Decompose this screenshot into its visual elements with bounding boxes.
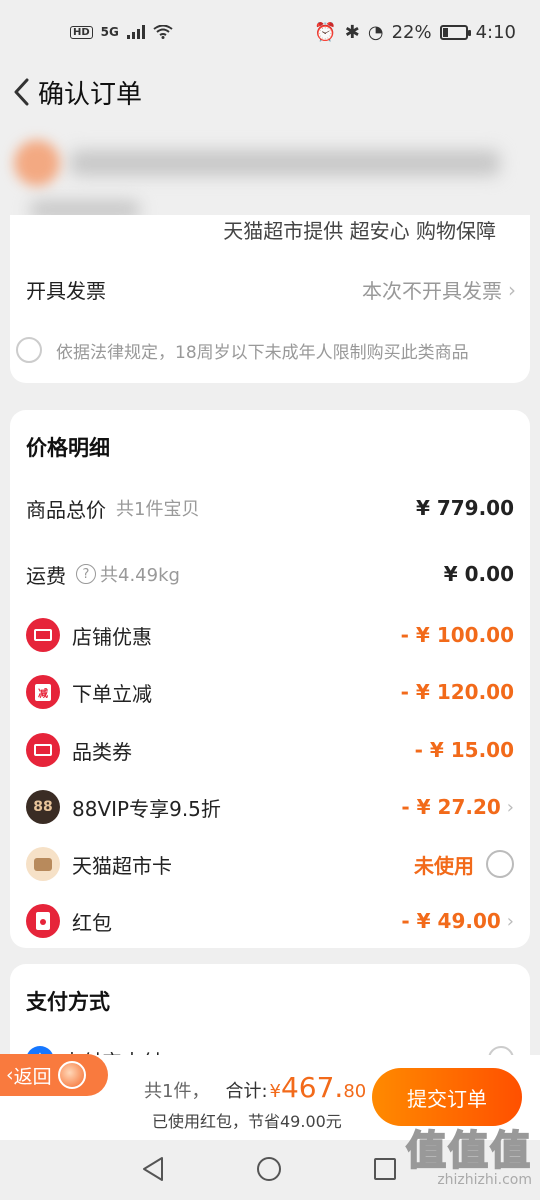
goods-total-row: 商品总价 共1件宝贝 ¥ 779.00 [26,488,514,528]
hd-badge: HD [70,25,93,39]
goods-total-sub: 共1件宝贝 [116,499,200,520]
signal-icon [126,25,145,39]
hongbao-icon [26,904,60,938]
invoice-label: 开具发票 [26,279,106,303]
discount-label: 品类券 [72,739,132,764]
price-detail-card: 价格明细 商品总价 共1件宝贝 ¥ 779.00 运费 ? 共4.49kg ¥ … [10,410,530,948]
discount-value: - ¥ 49.00 [401,909,501,933]
ticket-icon [26,733,60,767]
discount-row[interactable]: 红包 - ¥ 49.00 › [26,901,514,941]
watermark-logo: 值值值 [405,1127,532,1175]
blurred-address[interactable] [0,128,540,228]
battery-percent: 22% [391,21,432,43]
total-amount-decimal: 80 [343,1081,367,1102]
back-arrow-icon[interactable] [6,72,36,112]
speed-icon: ◔ [367,21,384,43]
nav-home-icon[interactable] [257,1157,281,1181]
watermark: 值值值 zhizhizhi.com [405,1118,532,1188]
discount-value: - ¥ 27.20 [401,795,501,819]
supermarket-card-radio[interactable] [486,850,514,878]
chevron-right-icon: › [506,796,514,818]
discount-label: 天猫超市卡 [72,853,172,878]
discount-label: 下单立减 [72,681,152,706]
status-bar: HD 5G ⏰ ✱ ◔ 22% 4:10 [0,0,540,64]
saved-text: 已使用红包，节省49.00元 [152,1112,342,1131]
total-label: 合计: [225,1081,268,1102]
ticket-icon [26,618,60,652]
chevron-right-icon: › [506,910,514,932]
alarm-icon: ⏰ [314,21,337,43]
chevron-right-icon: › [508,277,516,302]
header: 确认订单 [0,64,540,120]
blurred-avatar [14,140,60,186]
blurred-line [70,150,500,176]
payment-title: 支付方式 [26,990,110,1014]
shipping-row: 运费 ? 共4.49kg ¥ 0.00 [26,554,514,594]
back-label: 返回 [13,1065,52,1088]
shipping-value: ¥ 0.00 [443,562,514,586]
discount-label: 88VIP专享9.5折 [72,796,221,821]
discount-row: 减 下单立减 - ¥ 120.00 [26,672,514,712]
nav-recent-icon[interactable] [374,1158,396,1180]
discount-value: - ¥ 15.00 [414,738,514,762]
price-detail-title: 价格明细 [26,436,110,460]
discount-row: 品类券 - ¥ 15.00 [26,730,514,770]
goods-total-value: ¥ 779.00 [415,496,514,520]
page-title: 确认订单 [38,79,143,110]
network-label: 5G [100,25,119,39]
back-pill-button[interactable]: ‹ 返回 [0,1054,108,1096]
discount-value: - ¥ 100.00 [400,623,514,647]
status-right: ⏰ ✱ ◔ 22% 4:10 [314,22,516,43]
help-icon[interactable]: ? [76,564,96,584]
ball-icon [57,1061,86,1089]
total-amount: 467. [280,1071,344,1104]
clock: 4:10 [475,21,516,43]
battery-icon [439,24,471,40]
tmall-guarantee-note: 天猫超市提供 超安心 购物保障 [223,219,496,243]
discount-row: 店铺优惠 - ¥ 100.00 [26,615,514,655]
status-left: HD 5G [70,25,173,39]
bluetooth-icon: ✱ [344,21,360,43]
card-icon [26,847,60,881]
shipping-weight: 共4.49kg [100,565,180,586]
wifi-icon [153,25,173,39]
legal-agree-row[interactable]: 依据法律规定，18周岁以下未成年人限制购买此类商品 [16,337,469,363]
discount-label: 店铺优惠 [72,624,152,649]
item-count: 共1件， [144,1081,210,1102]
discount-row[interactable]: 88 88VIP专享9.5折 - ¥ 27.20 › [26,787,514,827]
discount-row[interactable]: 天猫超市卡 未使用 [26,844,514,884]
invoice-row[interactable]: 开具发票 本次不开具发票 › [26,275,516,304]
legal-text: 依据法律规定，18周岁以下未成年人限制购买此类商品 [56,342,469,363]
goods-total-label: 商品总价 [26,497,106,522]
shipping-label: 运费 [26,563,66,588]
discount-label: 红包 [72,910,112,935]
total-currency: ¥ [269,1081,281,1102]
nav-back-icon[interactable] [140,1155,166,1183]
legal-radio[interactable] [16,337,42,363]
total-line: 共1件， 合计: ¥ 467. 80 [144,1071,366,1104]
back-chevron-icon: ‹ [6,1064,14,1086]
invoice-value: 本次不开具发票 [362,279,502,303]
order-info-card: 天猫超市提供 超安心 购物保障 开具发票 本次不开具发票 › 依据法律规定，18… [10,215,530,383]
jian-icon: 减 [26,675,60,709]
discount-value: - ¥ 120.00 [400,680,514,704]
vip88-icon: 88 [26,790,60,824]
discount-value: 未使用 [414,853,474,878]
